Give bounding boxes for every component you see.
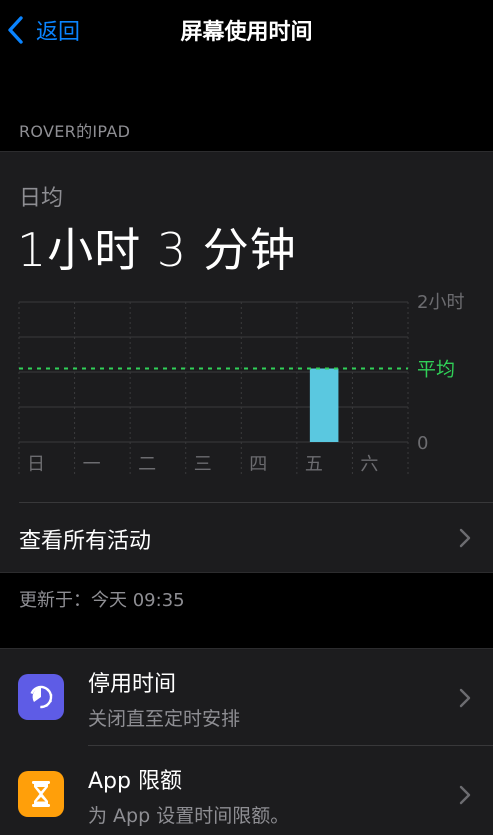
app-limits-row[interactable]: App 限额 为 App 设置时间限额。: [0, 746, 493, 835]
chart-x-tick-label: 三: [194, 454, 212, 475]
chart-y-tick-label: 0: [417, 433, 428, 454]
app-limits-title: App 限额: [88, 769, 182, 794]
settings-list: 停用时间 关闭直至定时安排 App 限额 为 App 设置时间限额。: [0, 648, 493, 835]
chart-x-tick-label: 六: [360, 454, 378, 475]
chart-average-label: 平均: [417, 359, 455, 381]
chart-y-tick-label: 2小时: [417, 292, 464, 313]
last-updated-text: 更新于：今天 09:35: [19, 590, 185, 611]
downtime-icon: [18, 674, 64, 720]
chart-x-tick-label: 五: [305, 454, 323, 475]
device-header: ROVER的IPAD: [19, 122, 131, 141]
chevron-right-icon: [459, 785, 471, 805]
chevron-right-icon: [459, 528, 471, 548]
downtime-row[interactable]: 停用时间 关闭直至定时安排: [0, 649, 493, 745]
daily-average-value: 1小时 3 分钟: [17, 223, 297, 277]
chart-x-tick-label: 一: [83, 454, 101, 475]
page-title: 屏幕使用时间: [180, 20, 313, 45]
view-all-activity-button[interactable]: 查看所有活动: [0, 503, 493, 573]
hourglass-icon: [18, 771, 64, 817]
downtime-title: 停用时间: [88, 672, 177, 697]
daily-average-label: 日均: [19, 186, 64, 211]
chart-x-tick-label: 日: [27, 454, 45, 475]
chart-x-tick-label: 四: [249, 454, 267, 475]
view-all-activity-label: 查看所有活动: [19, 529, 152, 554]
usage-card: 日均 1小时 3 分钟 平均 2小时 0 日 一 二 三 四 五 六 查看所有活动: [0, 151, 493, 573]
weekly-usage-chart[interactable]: 平均 2小时 0 日 一 二 三 四 五 六: [0, 292, 493, 492]
chevron-right-icon: [459, 688, 471, 708]
chart-bar: [309, 368, 339, 442]
downtime-subtitle: 关闭直至定时安排: [88, 708, 241, 730]
navigation-bar: 返回 屏幕使用时间: [0, 0, 493, 60]
chart-x-tick-label: 二: [138, 454, 156, 475]
app-limits-subtitle: 为 App 设置时间限额。: [88, 805, 290, 827]
